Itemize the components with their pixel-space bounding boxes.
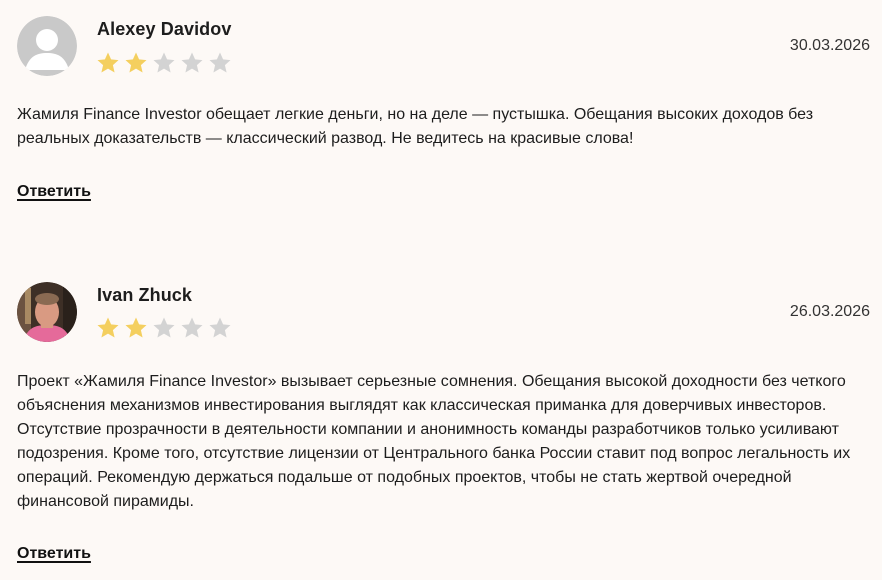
star-empty-icon bbox=[153, 317, 175, 338]
avatar-placeholder bbox=[17, 16, 77, 76]
star-filled-icon bbox=[125, 52, 147, 73]
review-text: Жамиля Finance Investor обещает легкие д… bbox=[17, 106, 814, 147]
star-empty-icon bbox=[181, 317, 203, 338]
user-photo-icon bbox=[17, 282, 77, 342]
star-filled-icon bbox=[97, 317, 119, 338]
reply-button[interactable]: Ответить bbox=[17, 545, 91, 563]
review-date: 26.03.2026 bbox=[789, 303, 870, 320]
avatar bbox=[17, 282, 77, 342]
star-empty-icon bbox=[209, 52, 231, 73]
reply-button[interactable]: Ответить bbox=[17, 183, 91, 201]
star-filled-icon bbox=[125, 317, 147, 338]
review-author: Alexey Davidov bbox=[97, 19, 232, 39]
review-text: Проект «Жамиля Finance Investor» вызывае… bbox=[17, 373, 851, 510]
star-empty-icon bbox=[209, 317, 231, 338]
star-empty-icon bbox=[181, 52, 203, 73]
review-date: 30.03.2026 bbox=[789, 37, 870, 54]
review-author: Ivan Zhuck bbox=[97, 285, 193, 305]
star-filled-icon bbox=[97, 52, 119, 73]
star-empty-icon bbox=[153, 52, 175, 73]
star-rating bbox=[96, 316, 232, 340]
user-icon bbox=[17, 16, 77, 76]
star-rating bbox=[96, 51, 232, 75]
